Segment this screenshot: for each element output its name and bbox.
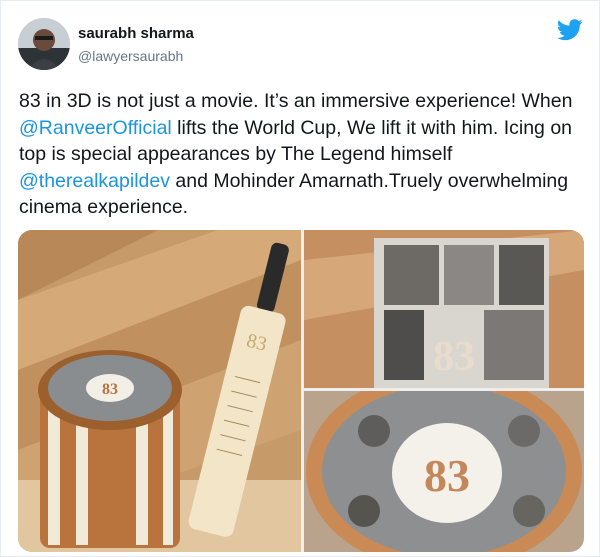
- box-label: 83: [433, 334, 475, 380]
- mention-ranveer[interactable]: @RanveerOfficial: [19, 117, 172, 139]
- photo-lid[interactable]: 83: [304, 391, 584, 552]
- avatar[interactable]: [18, 18, 70, 70]
- photo-tin-and-bat[interactable]: 83 83: [18, 230, 301, 552]
- tin-label: 83: [102, 381, 118, 398]
- mention-kapildev[interactable]: @therealkapildev: [19, 170, 170, 192]
- lid-label: 83: [424, 450, 470, 501]
- tweet-text-part: 83 in 3D is not just a movie. It’s an im…: [19, 90, 573, 112]
- twitter-bird-icon[interactable]: [557, 19, 583, 41]
- display-name[interactable]: saurabh sharma: [78, 25, 194, 42]
- tweet-text: 83 in 3D is not just a movie. It’s an im…: [19, 88, 594, 221]
- tweet-card: saurabh sharma @lawyersaurabh 83 in 3D i…: [0, 0, 600, 557]
- user-handle[interactable]: @lawyersaurabh: [78, 48, 183, 64]
- media-grid: 83 83 83 83: [18, 230, 584, 552]
- photo-box[interactable]: 83: [304, 230, 584, 388]
